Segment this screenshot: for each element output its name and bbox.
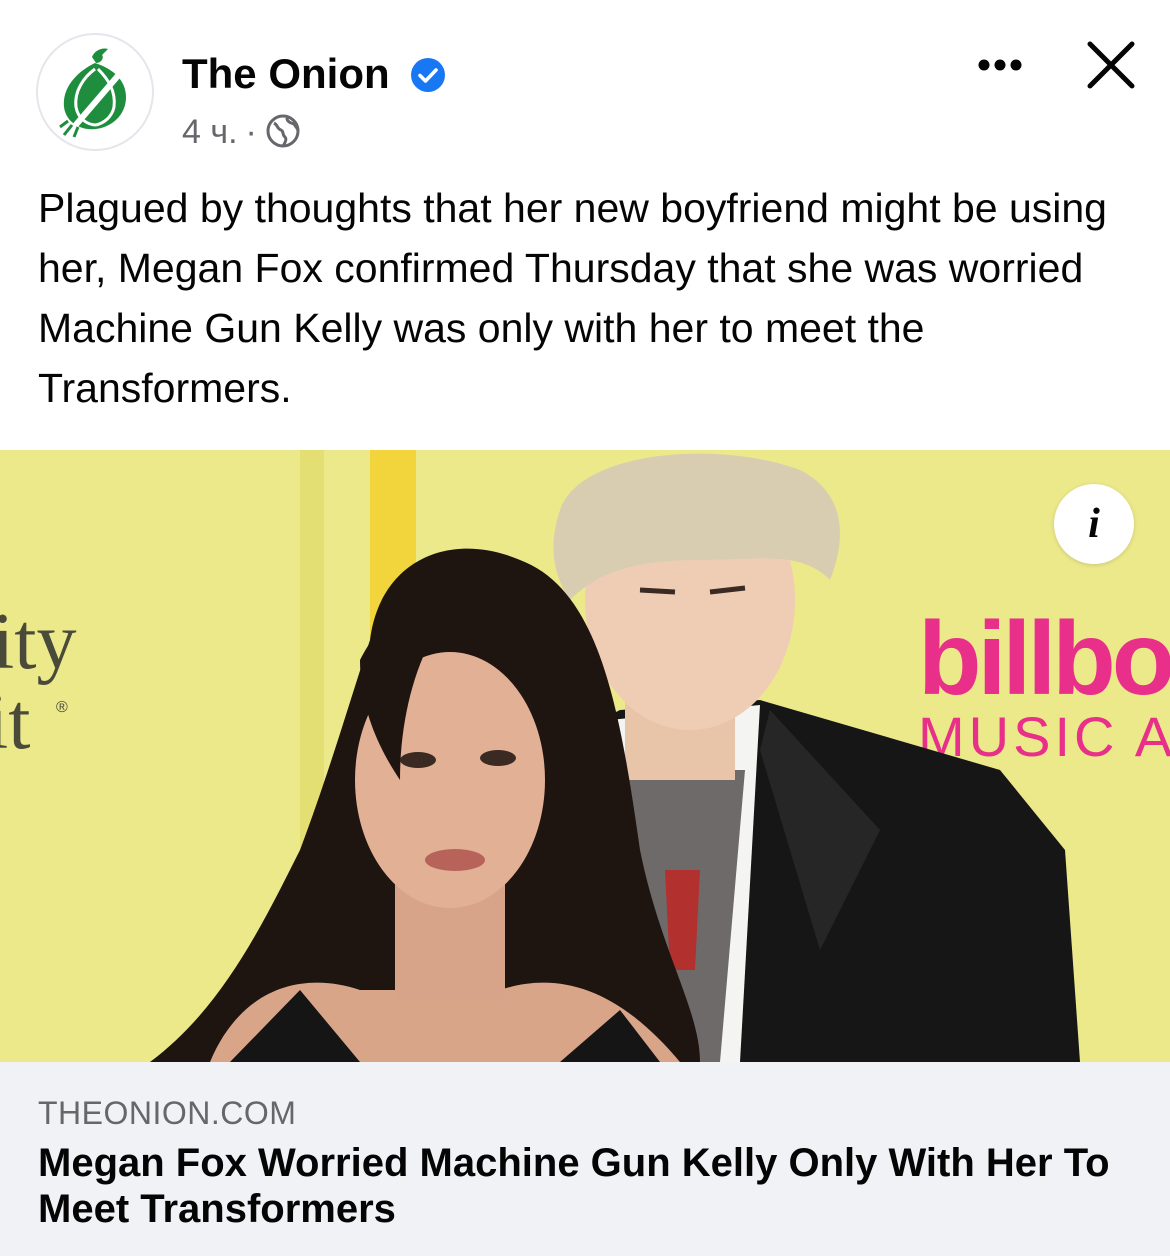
page-avatar[interactable]	[36, 33, 154, 151]
backdrop-text-it: it	[0, 678, 30, 766]
info-button[interactable]: i	[1054, 484, 1134, 564]
photo-illustration: ity it ® billbo MUSIC A	[0, 450, 1170, 1062]
verified-badge-icon	[411, 58, 445, 92]
post-text: Plagued by thoughts that her new boyfrie…	[38, 185, 1107, 411]
meta-separator: ·	[245, 113, 257, 151]
onion-logo-icon	[59, 48, 126, 138]
post-meta: 4 ч. ·	[182, 112, 301, 152]
info-icon: i	[1088, 501, 1100, 547]
more-options-icon[interactable]	[970, 45, 1030, 85]
backdrop-text-ity: ity	[0, 598, 76, 686]
link-domain: THEONION.COM	[38, 1095, 297, 1131]
close-icon[interactable]	[1084, 38, 1138, 92]
globe-icon[interactable]	[265, 113, 301, 149]
link-headline[interactable]: Megan Fox Worried Machine Gun Kelly Only…	[38, 1140, 1138, 1232]
page-name[interactable]: The Onion	[182, 48, 390, 100]
backdrop-registered-mark: ®	[56, 699, 68, 716]
backdrop-billboard-logo: billbo	[918, 601, 1170, 717]
post-photo[interactable]: ity it ® billbo MUSIC A	[0, 450, 1170, 1062]
post-header: The Onion 4 ч. ·	[0, 0, 1170, 170]
post-timestamp[interactable]: 4 ч.	[182, 113, 238, 151]
